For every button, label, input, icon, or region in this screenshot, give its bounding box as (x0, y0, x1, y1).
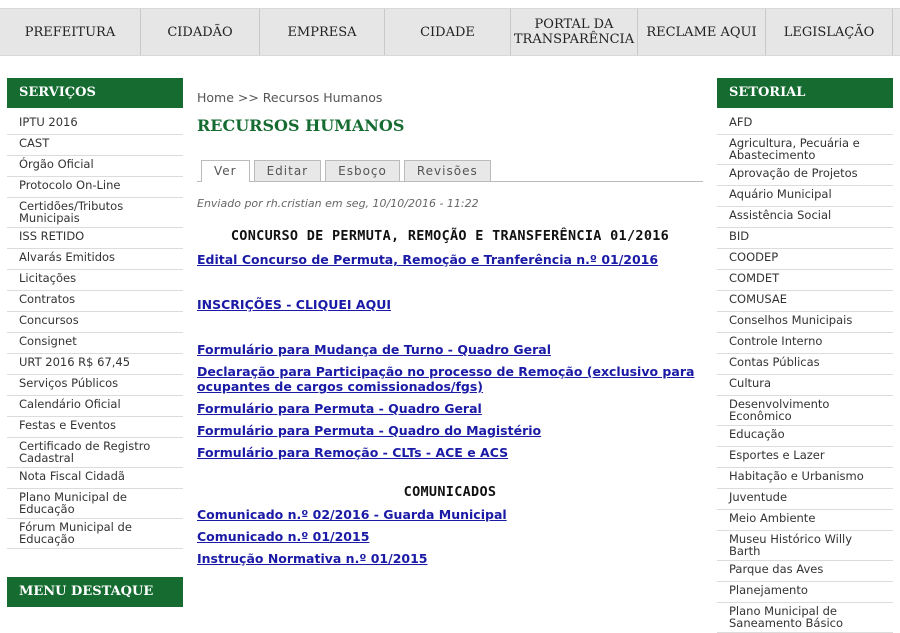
setorial-item-aprovacao-projetos[interactable]: Aprovação de Projetos (717, 165, 893, 186)
comunicados-heading: COMUNICADOS (403, 484, 497, 500)
instrucao-normativa-link[interactable]: Instrução Normativa n.º 01/2015 (197, 551, 703, 566)
setorial-item-desenvolvimento[interactable]: Desenvolvimento Econômico (717, 396, 893, 426)
top-navigation: PREFEITURA CIDADÃO EMPRESA CIDADE PORTAL… (0, 0, 900, 62)
sidebar-item-protocolo[interactable]: Protocolo On-Line (7, 177, 183, 198)
sidebar-item-consignet[interactable]: Consignet (7, 333, 183, 354)
setorial-item-controle-interno[interactable]: Controle Interno (717, 333, 893, 354)
setorial-item-esportes[interactable]: Esportes e Lazer (717, 447, 893, 468)
form-link-declaracao[interactable]: Declaração para Participação no processo… (197, 364, 703, 394)
concurso-heading: CONCURSO DE PERMUTA, REMOÇÃO E TRANSFERÊ… (230, 228, 670, 244)
setorial-item-bid[interactable]: BID (717, 228, 893, 249)
menu-destaque-title: MENU DESTAQUE (7, 577, 183, 607)
tab-revisoes[interactable]: Revisões (403, 160, 491, 181)
setorial-item-assistencia-social[interactable]: Assistência Social (717, 207, 893, 228)
comunicado-link[interactable]: Comunicado n.º 01/2015 (197, 529, 703, 544)
sidebar-item-festas[interactable]: Festas e Eventos (7, 417, 183, 438)
left-sidebar-title: SERVIÇOS DESTAQUES (7, 78, 183, 130)
setorial-item-juventude[interactable]: Juventude (717, 489, 893, 510)
nav-empresa[interactable]: EMPRESA (259, 9, 384, 55)
top-nav-bar: PREFEITURA CIDADÃO EMPRESA CIDADE PORTAL… (0, 8, 900, 56)
inscricoes-link[interactable]: INSCRIÇÕES - CLIQUEI AQUI (197, 297, 703, 312)
right-sidebar-menu: AFD Agricultura, Pecuária e Abasteciment… (717, 114, 893, 633)
nav-cidadao[interactable]: CIDADÃO (140, 9, 259, 55)
form-link-permuta-magisterio[interactable]: Formulário para Permuta - Quadro do Magi… (197, 423, 703, 438)
page-title: RECURSOS HUMANOS (197, 116, 405, 135)
sidebar-item-forum-educacao[interactable]: Fórum Municipal de Educação (7, 519, 183, 549)
nav-prefeitura[interactable]: PREFEITURA (0, 9, 140, 55)
left-sidebar-menu: IPTU 2016 CAST Órgão Oficial Protocolo O… (7, 114, 183, 549)
nav-legislacao[interactable]: LEGISLAÇÃO (765, 9, 892, 55)
sidebar-item-contratos[interactable]: Contratos (7, 291, 183, 312)
submitted-info: Enviado por rh.cristian em seg, 10/10/20… (197, 197, 479, 210)
tab-esboco[interactable]: Esboço (325, 160, 400, 181)
nav-reclame-aqui[interactable]: RECLAME AQUI (637, 9, 765, 55)
setorial-item-educacao[interactable]: Educação (717, 426, 893, 447)
sidebar-item-concursos[interactable]: Concursos (7, 312, 183, 333)
setorial-item-conselhos[interactable]: Conselhos Municipais (717, 312, 893, 333)
setorial-item-afd[interactable]: AFD (717, 114, 893, 135)
setorial-item-contas-publicas[interactable]: Contas Públicas (717, 354, 893, 375)
sidebar-item-licitacoes[interactable]: Licitações (7, 270, 183, 291)
setorial-item-comdet[interactable]: COMDET (717, 270, 893, 291)
sidebar-item-calendario[interactable]: Calendário Oficial (7, 396, 183, 417)
setorial-item-cultura[interactable]: Cultura (717, 375, 893, 396)
setorial-item-aquario[interactable]: Aquário Municipal (717, 186, 893, 207)
tab-ver[interactable]: Ver (201, 160, 250, 182)
sidebar-item-orgao-oficial[interactable]: Órgão Oficial (7, 156, 183, 177)
breadcrumb[interactable]: Home >> Recursos Humanos (197, 88, 703, 108)
tab-editar[interactable]: Editar (253, 160, 322, 181)
right-sidebar: SETORIAL AFD Agricultura, Pecuária e Aba… (717, 78, 893, 633)
comunicado-link[interactable]: Comunicado n.º 02/2016 - Guarda Municipa… (197, 507, 703, 522)
sidebar-item-urt[interactable]: URT 2016 R$ 67,45 (7, 354, 183, 375)
tab-bar: Ver Editar Esboço Revisões (197, 160, 703, 182)
form-link-permuta-geral[interactable]: Formulário para Permuta - Quadro Geral (197, 401, 703, 416)
right-sidebar-title: SETORIAL (717, 78, 893, 108)
setorial-item-agricultura[interactable]: Agricultura, Pecuária e Abastecimento (717, 135, 893, 165)
setorial-item-meio-ambiente[interactable]: Meio Ambiente (717, 510, 893, 531)
left-sidebar: SERVIÇOS DESTAQUES IPTU 2016 CAST Órgão … (7, 78, 183, 607)
sidebar-item-alvaras[interactable]: Alvarás Emitidos (7, 249, 183, 270)
setorial-item-museu[interactable]: Museu Histórico Willy Barth (717, 531, 893, 561)
nav-cidade[interactable]: CIDADE (384, 9, 510, 55)
edital-link[interactable]: Edital Concurso de Permuta, Remoção e Tr… (197, 252, 703, 267)
nav-portal-transparencia[interactable]: PORTAL DA TRANSPARÊNCIA (510, 9, 637, 55)
setorial-item-coodep[interactable]: COODEP (717, 249, 893, 270)
form-link-remocao[interactable]: Formulário para Remoção - CLTs - ACE e A… (197, 445, 703, 460)
setorial-item-saneamento[interactable]: Plano Municipal de Saneamento Básico (717, 603, 893, 633)
nav-divider (892, 9, 900, 55)
setorial-item-parque-aves[interactable]: Parque das Aves (717, 561, 893, 582)
main-content: Home >> Recursos Humanos RECURSOS HUMANO… (197, 88, 703, 566)
sidebar-item-certidoes[interactable]: Certidões/Tributos Municipais (7, 198, 183, 228)
form-link-mudanca-turno[interactable]: Formulário para Mudança de Turno - Quadr… (197, 342, 703, 357)
setorial-item-comusae[interactable]: COMUSAE (717, 291, 893, 312)
sidebar-item-iss-retido[interactable]: ISS RETIDO (7, 228, 183, 249)
sidebar-item-cast[interactable]: CAST (7, 135, 183, 156)
sidebar-item-servicos-publicos[interactable]: Serviços Públicos (7, 375, 183, 396)
setorial-item-habitacao[interactable]: Habitação e Urbanismo (717, 468, 893, 489)
sidebar-item-nota-fiscal[interactable]: Nota Fiscal Cidadã (7, 468, 183, 489)
sidebar-item-plano-educacao[interactable]: Plano Municipal de Educação (7, 489, 183, 519)
sidebar-item-certificado[interactable]: Certificado de Registro Cadastral (7, 438, 183, 468)
